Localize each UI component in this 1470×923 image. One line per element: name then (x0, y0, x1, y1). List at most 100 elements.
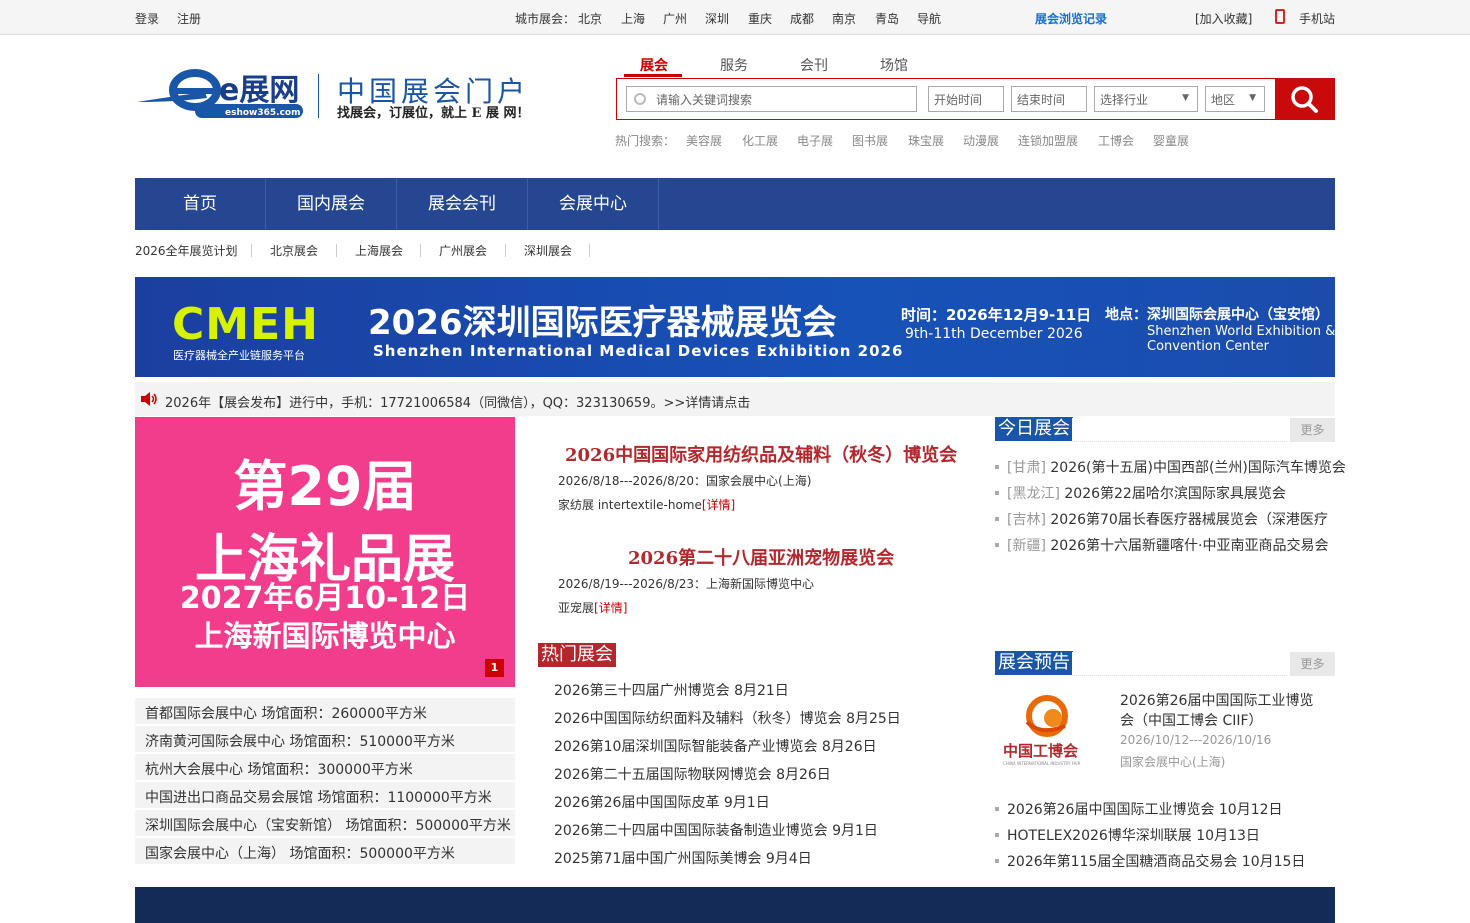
nav-item-domestic[interactable]: 国内展会 (266, 178, 397, 230)
bullet-icon (995, 859, 999, 863)
city-link-qingdao[interactable]: 青岛 (875, 10, 899, 27)
tab-service[interactable]: 服务 (720, 55, 748, 75)
today-expo-item[interactable]: [新疆] 2026第十六届新疆喀什·中亚南亚商品交易会 (995, 535, 1328, 555)
preview-expo-name: 2026年第115届全国糖酒商品交易会 10月15日 (1007, 854, 1306, 870)
section-divider (1072, 652, 1287, 676)
subnav-link[interactable]: 北京展会 (270, 242, 318, 259)
hot-expo-item[interactable]: 2026第二十五届国际物联网博览会 8月26日 (554, 764, 831, 784)
venue-item[interactable]: 济南黄河国际会展中心 场馆面积：510000平方米 (135, 726, 515, 753)
venue-item[interactable]: 深圳国际会展中心（宝安新馆） 场馆面积：500000平方米 (135, 810, 515, 837)
today-expo-heading: 今日展会 (995, 417, 1073, 441)
city-link-chengdu[interactable]: 成都 (790, 10, 814, 27)
slide-page-indicator[interactable]: 1 (485, 659, 504, 677)
preview-expo-item[interactable]: 2026年第115届全国糖酒商品交易会 10月15日 (995, 851, 1305, 871)
today-expo-name: 2026第22届哈尔滨国际家具展览会 (1064, 486, 1286, 502)
hot-search-link[interactable]: 图书展 (852, 132, 888, 149)
preview-more-button[interactable]: 更多 (1290, 652, 1335, 676)
logo-divider (318, 74, 319, 118)
cmeh-banner[interactable]: CMEH 医疗器械全产业链服务平台 2026深圳国际医疗器械展览会 Shenzh… (135, 277, 1335, 377)
featured-expo-category: 家纺展 intertextile-home[详情] (558, 496, 735, 513)
featured-expo-title[interactable]: 2026中国国际家用纺织品及辅料（秋冬）博览会 (565, 441, 957, 467)
today-more-button[interactable]: 更多 (1290, 418, 1335, 442)
banner-time: 时间：2026年12月9-11日 (901, 306, 1092, 324)
logo-mark-text: e展网 (219, 73, 299, 108)
site-logo[interactable]: e展网 eshow365.com 中国展会门户 找展会，订展位，就上 E 展 网… (135, 68, 555, 124)
preview-expo-name: HOTELEX2026博华深圳联展 10月13日 (1007, 828, 1260, 844)
hot-search-link[interactable]: 婴童展 (1153, 132, 1189, 149)
start-date-field[interactable]: 开始时间 (928, 86, 1004, 112)
portal-slogan: 找展会，订展位，就上 E 展 网！ (337, 106, 530, 121)
ciif-logo[interactable]: 中国工博会 CHINA INTERNATIONAL INDUSTRY FAIR (995, 688, 1105, 768)
bottom-banner[interactable] (135, 887, 1335, 923)
subnav-divider (589, 244, 590, 257)
register-link[interactable]: 注册 (177, 10, 201, 27)
venue-item[interactable]: 杭州大会展中心 场馆面积：300000平方米 (135, 754, 515, 781)
add-favorite-link[interactable]: [加入收藏] (1195, 10, 1252, 27)
chevron-down-icon: ▼ (1182, 93, 1189, 103)
city-link-shanghai[interactable]: 上海 (621, 10, 645, 27)
hot-expo-item[interactable]: 2026第10届深圳国际智能装备产业博览会 8月26日 (554, 736, 877, 756)
nav-item-center[interactable]: 会展中心 (528, 178, 659, 230)
subnav-link[interactable]: 深圳展会 (524, 242, 572, 259)
login-link[interactable]: 登录 (135, 10, 159, 27)
preview-expo-heading: 展会预告 (995, 651, 1073, 675)
preview-expo-item[interactable]: HOTELEX2026博华深圳联展 10月13日 (995, 825, 1260, 845)
city-link-nanjing[interactable]: 南京 (832, 10, 856, 27)
search-placeholder: 请输入关键词搜索 (656, 93, 753, 107)
slide-line3: 2027年6月10-12日 (179, 581, 471, 616)
preview-expo-item[interactable]: 2026第26届中国国际工业博览会 10月12日 (995, 799, 1283, 819)
subnav-link[interactable]: 2026全年展览计划 (135, 242, 238, 259)
cmeh-logo: CMEH (172, 299, 319, 350)
hot-search-link[interactable]: 化工展 (742, 132, 778, 149)
preview-expo-name: 2026第26届中国国际工业博览会 10月12日 (1007, 802, 1283, 818)
promo-slide[interactable]: 第29届 上海礼品展 2027年6月10-12日 上海新国际博览中心 1 (135, 417, 515, 687)
hot-search-link[interactable]: 动漫展 (963, 132, 999, 149)
search-button[interactable] (1275, 78, 1335, 120)
tab-catalog[interactable]: 会刊 (800, 55, 828, 75)
venue-item[interactable]: 国家会展中心（上海） 场馆面积：500000平方米 (135, 838, 515, 865)
banner-location-en-line1: Shenzhen World Exhibition & (1147, 324, 1335, 339)
today-expo-item[interactable]: [甘肃] 2026(第十五届)中国西部(兰州)国际汽车博览会 (995, 457, 1346, 477)
tab-expo[interactable]: 展会 (640, 55, 668, 75)
hot-expo-item[interactable]: 2026中国国际纺织面料及辅料（秋冬）博览会 8月25日 (554, 708, 901, 728)
main-nav: 首页 国内展会 展会会刊 会展中心 (135, 178, 1335, 230)
subnav-link[interactable]: 上海展会 (355, 242, 403, 259)
city-link-shenzhen[interactable]: 深圳 (705, 10, 729, 27)
notice-text[interactable]: 2026年【展会发布】进行中，手机：17721006584（同微信），QQ：32… (165, 392, 750, 411)
today-expo-item[interactable]: [黑龙江] 2026第22届哈尔滨国际家具展览会 (995, 483, 1286, 503)
city-link-beijing[interactable]: 北京 (578, 10, 602, 27)
today-expo-province: [黑龙江] (1007, 486, 1060, 502)
hot-search-link[interactable]: 珠宝展 (908, 132, 944, 149)
hot-search-link[interactable]: 连锁加盟展 (1018, 132, 1078, 149)
navigation-link[interactable]: 导航 (917, 10, 941, 27)
nav-item-catalog[interactable]: 展会会刊 (397, 178, 528, 230)
featured-expo-detail-link[interactable]: [详情] (702, 498, 735, 512)
search-input[interactable]: 请输入关键词搜索 (626, 86, 917, 112)
hot-expo-item[interactable]: 2026第三十四届广州博览会 8月21日 (554, 680, 789, 700)
venue-item[interactable]: 中国进出口商品交易会展馆 场馆面积：1100000平方米 (135, 782, 515, 809)
nav-item-home[interactable]: 首页 (135, 178, 266, 230)
venue-item[interactable]: 首都国际会展中心 场馆面积：260000平方米 (135, 698, 515, 725)
mobile-site-link[interactable]: 手机站 (1299, 10, 1335, 27)
city-link-guangzhou[interactable]: 广州 (663, 10, 687, 27)
today-expo-name: 2026第70届长春医疗器械展览会（深港医疗 (1050, 512, 1328, 528)
hot-search-label: 热门搜索： (615, 134, 676, 148)
hot-expo-item[interactable]: 2026第26届中国国际皮革 9月1日 (554, 792, 770, 812)
industry-select[interactable]: 选择行业 ▼ (1094, 86, 1198, 112)
browse-history-link[interactable]: 展会浏览记录 (1035, 10, 1107, 27)
hot-expo-item[interactable]: 2026第二十四届中国国际装备制造业博览会 9月1日 (554, 820, 878, 840)
subnav-link[interactable]: 广州展会 (439, 242, 487, 259)
hot-search-link[interactable]: 美容展 (686, 132, 722, 149)
tab-venue[interactable]: 场馆 (880, 55, 908, 75)
region-select[interactable]: 地区 ▼ (1205, 86, 1265, 112)
end-date-field[interactable]: 结束时间 (1011, 86, 1087, 112)
hot-search-link[interactable]: 工博会 (1098, 132, 1134, 149)
today-expo-item[interactable]: [吉林] 2026第70届长春医疗器械展览会（深港医疗 (995, 509, 1328, 529)
hot-search-link[interactable]: 电子展 (797, 132, 833, 149)
featured-expo-detail-link[interactable]: [详情] (594, 601, 627, 615)
hot-expo-item[interactable]: 2025第71届中国广州国际美博会 9月4日 (554, 848, 812, 868)
city-link-chongqing[interactable]: 重庆 (748, 10, 772, 27)
subnav-divider (336, 244, 337, 257)
preview-feature-title[interactable]: 2026第26届中国国际工业博览会（中国工博会 CIIF） (1120, 691, 1320, 731)
featured-expo-title[interactable]: 2026第二十八届亚洲宠物展览会 (628, 544, 894, 570)
